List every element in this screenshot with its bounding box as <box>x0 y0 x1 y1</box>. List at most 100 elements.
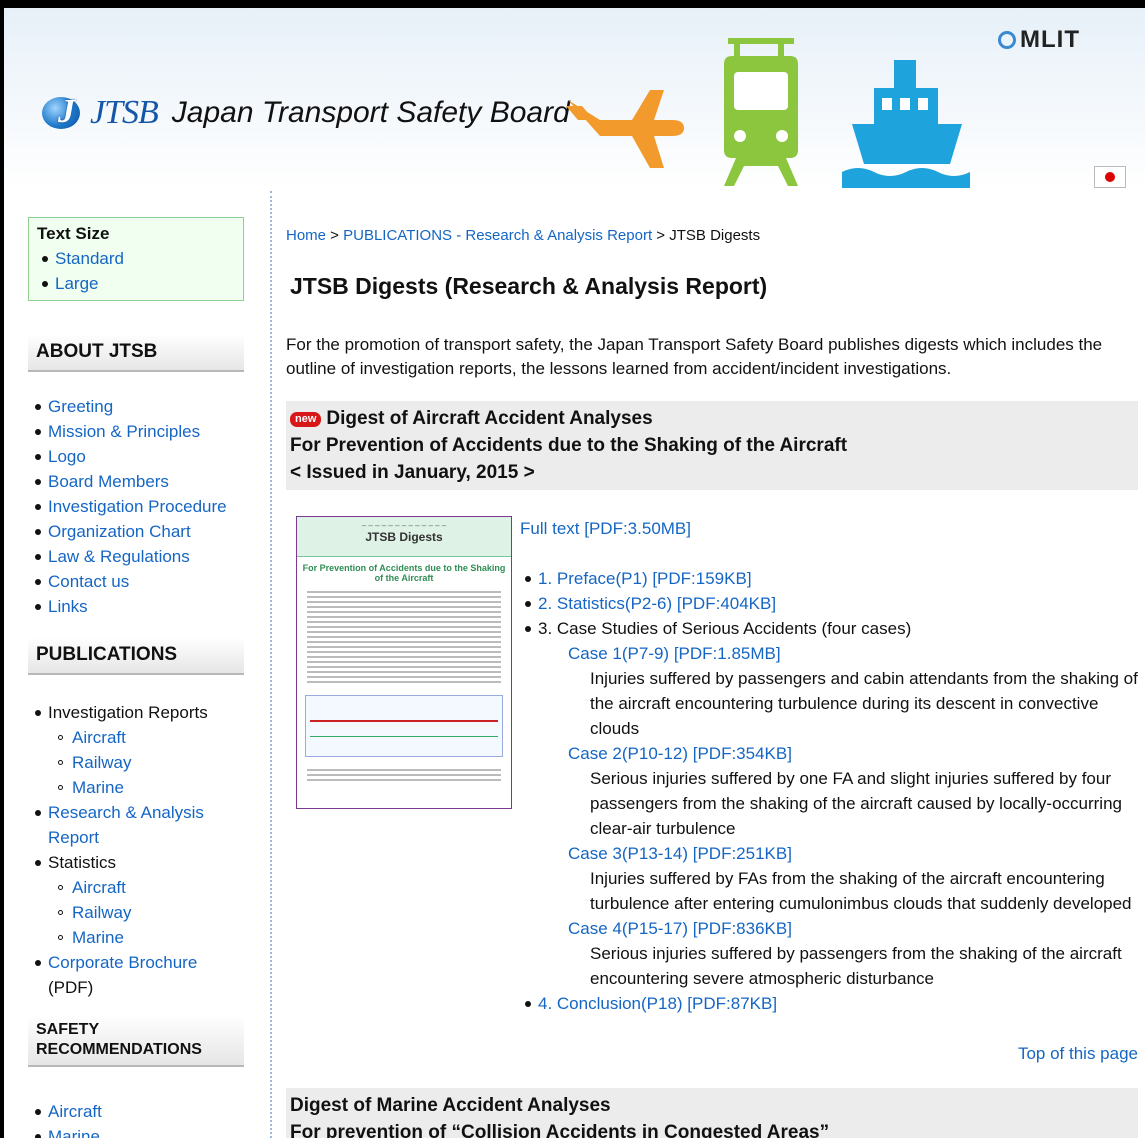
safety-heading-line-2: RECOMMENDATIONS <box>36 1041 202 1058</box>
nav-link-logo[interactable]: Logo <box>48 447 86 466</box>
nav-link-contact[interactable]: Contact us <box>48 572 129 591</box>
nav-item-statistics-aircraft: Aircraft <box>30 875 270 900</box>
safety-heading-line-1: SAFETY <box>36 1021 100 1038</box>
nav-link-brochure[interactable]: Corporate Brochure <box>48 953 197 972</box>
digest-cover-thumbnail[interactable]: – – – – – – – – – – – – – JTSB Digests F… <box>296 516 512 809</box>
mlit-mark-icon <box>998 31 1016 49</box>
nav-link-mission[interactable]: Mission & Principles <box>48 422 200 441</box>
section-item-preface: 1. Preface(P1) [PDF:159KB] <box>520 566 1138 591</box>
mlit-logo[interactable]: MLIT <box>998 26 1080 54</box>
nav-link-statistics-aircraft[interactable]: Aircraft <box>72 878 126 897</box>
page-title: JTSB Digests (Research & Analysis Report… <box>290 273 768 299</box>
case-4-description: Serious injuries suffered by passengers … <box>590 943 1122 988</box>
nav-item-reports-marine: Marine <box>30 775 270 800</box>
airplane-icon <box>566 90 684 168</box>
nav-link-investigation-procedure[interactable]: Investigation Procedure <box>48 497 227 516</box>
publications-nav: Investigation Reports Aircraft Railway M… <box>30 700 270 1000</box>
breadcrumb-publications[interactable]: PUBLICATIONS - Research & Analysis Repor… <box>343 227 652 244</box>
new-badge: new <box>290 412 322 427</box>
nav-link-links[interactable]: Links <box>48 597 88 616</box>
cover-header: – – – – – – – – – – – – – JTSB Digests <box>297 517 511 557</box>
nav-link-safety-aircraft[interactable]: Aircraft <box>48 1102 102 1121</box>
nav-item-law-regulations: Law & Regulations <box>30 544 270 569</box>
case-2-link[interactable]: Case 2(P10-12) [PDF:354KB] <box>568 744 792 763</box>
ship-icon <box>842 60 970 188</box>
breadcrumb-current: JTSB Digests <box>669 227 761 244</box>
nav-item-statistics-marine: Marine <box>30 925 270 950</box>
nav-item-investigation-reports: Investigation Reports <box>30 700 270 725</box>
brochure-suffix: (PDF) <box>48 978 94 997</box>
digest-aircraft-subtitle: For Prevention of Accidents due to the S… <box>290 435 848 456</box>
text-size-large: Large <box>37 271 235 296</box>
cover-chart-graphic <box>305 695 503 757</box>
breadcrumb-home[interactable]: Home <box>286 227 326 244</box>
digest-aircraft-title: Digest of Aircraft Accident Analyses <box>326 408 653 429</box>
safety-nav: Aircraft Marine <box>30 1099 270 1138</box>
page: J JTSB Japan Transport Safety Board MLIT… <box>4 8 1145 1138</box>
section-link-statistics[interactable]: 2. Statistics(P2-6) [PDF:404KB] <box>538 594 776 613</box>
nav-item-statistics: Statistics <box>30 850 270 875</box>
nav-link-law-regulations[interactable]: Law & Regulations <box>48 547 190 566</box>
text-size-standard: Standard <box>37 246 235 271</box>
nav-link-reports-railway[interactable]: Railway <box>72 753 132 772</box>
breadcrumb: Home > PUBLICATIONS - Research & Analysi… <box>286 227 760 244</box>
case-2: Case 2(P10-12) [PDF:354KB] <box>520 741 1138 766</box>
section-link-conclusion[interactable]: 4. Conclusion(P18) [PDF:87KB] <box>538 994 777 1013</box>
case-1-link[interactable]: Case 1(P7-9) [PDF:1.85MB] <box>568 644 781 663</box>
section-item-case-studies: 3. Case Studies of Serious Accidents (fo… <box>520 616 1138 991</box>
logo-name: Japan Transport Safety Board <box>171 96 570 129</box>
nav-item-research-analysis: Research & Analysis Report <box>30 800 270 850</box>
text-size-large-link[interactable]: Large <box>55 274 98 293</box>
section-link-preface[interactable]: 1. Preface(P1) [PDF:159KB] <box>538 569 752 588</box>
japanese-language-flag-icon[interactable] <box>1094 166 1126 188</box>
section-case-studies-label: 3. Case Studies of Serious Accidents (fo… <box>538 618 912 638</box>
text-size-standard-link[interactable]: Standard <box>55 249 124 268</box>
mlit-text: MLIT <box>1020 26 1080 53</box>
about-section-heading: ABOUT JTSB <box>28 334 244 372</box>
cover-header-title: JTSB Digests <box>365 530 443 544</box>
nav-item-mission: Mission & Principles <box>30 419 270 444</box>
logo-abbreviation: JTSB <box>90 94 159 131</box>
case-1: Case 1(P7-9) [PDF:1.85MB] <box>520 641 1138 666</box>
nav-link-statistics-railway[interactable]: Railway <box>72 903 132 922</box>
research-line-1: Research & Analysis <box>48 803 204 822</box>
digest-marine-heading: Digest of Marine Accident Analyses For p… <box>286 1088 1138 1138</box>
sidebar-divider <box>270 191 272 1138</box>
nav-item-safety-aircraft: Aircraft <box>30 1099 270 1124</box>
jtsb-globe-icon: J <box>36 91 88 135</box>
nav-item-logo: Logo <box>30 444 270 469</box>
text-size-box: Text Size Standard Large <box>28 217 244 301</box>
left-sidebar: Text Size Standard Large ABOUT JTSB Gree… <box>4 191 270 1138</box>
cover-text-lines <box>297 585 511 689</box>
nav-item-links: Links <box>30 594 270 619</box>
case-4: Case 4(P15-17) [PDF:836KB] <box>520 916 1138 941</box>
digest-marine-title: Digest of Marine Accident Analyses <box>290 1095 611 1116</box>
nav-link-safety-marine[interactable]: Marine <box>48 1127 100 1138</box>
section-item-statistics: 2. Statistics(P2-6) [PDF:404KB] <box>520 591 1138 616</box>
section-item-conclusion: 4. Conclusion(P18) [PDF:87KB] <box>520 991 1138 1016</box>
jtsb-logo[interactable]: J JTSB Japan Transport Safety Board <box>36 88 570 138</box>
nav-link-organization-chart[interactable]: Organization Chart <box>48 522 191 541</box>
site-header: J JTSB Japan Transport Safety Board MLIT <box>4 8 1145 191</box>
case-1-description: Injuries suffered by passengers and cabi… <box>590 668 1138 738</box>
nav-link-reports-marine[interactable]: Marine <box>72 778 124 797</box>
nav-item-board-members: Board Members <box>30 469 270 494</box>
top-of-page-link[interactable]: Top of this page <box>1018 1044 1138 1064</box>
nav-link-statistics-marine[interactable]: Marine <box>72 928 124 947</box>
case-4-link[interactable]: Case 4(P15-17) [PDF:836KB] <box>568 919 792 938</box>
nav-link-greeting[interactable]: Greeting <box>48 397 113 416</box>
nav-link-board-members[interactable]: Board Members <box>48 472 169 491</box>
full-text-link[interactable]: Full text [PDF:3.50MB] <box>520 519 691 538</box>
nav-item-organization-chart: Organization Chart <box>30 519 270 544</box>
cover-title: For Prevention of Accidents due to the S… <box>302 563 506 583</box>
nav-link-research-analysis[interactable]: Research & Analysis Report <box>48 803 204 847</box>
nav-item-reports-railway: Railway <box>30 750 270 775</box>
digest-aircraft-heading: new Digest of Aircraft Accident Analyses … <box>286 401 1138 490</box>
digest-aircraft-links: Full text [PDF:3.50MB] 1. Preface(P1) [P… <box>520 517 1138 1016</box>
nav-link-reports-aircraft[interactable]: Aircraft <box>72 728 126 747</box>
digest-section-list: 1. Preface(P1) [PDF:159KB] 2. Statistics… <box>520 566 1138 1016</box>
nav-item-investigation-procedure: Investigation Procedure <box>30 494 270 519</box>
digest-aircraft-issued: < Issued in January, 2015 > <box>290 462 535 483</box>
intro-paragraph: For the promotion of transport safety, t… <box>286 335 1103 378</box>
case-3-link[interactable]: Case 3(P13-14) [PDF:251KB] <box>568 844 792 863</box>
